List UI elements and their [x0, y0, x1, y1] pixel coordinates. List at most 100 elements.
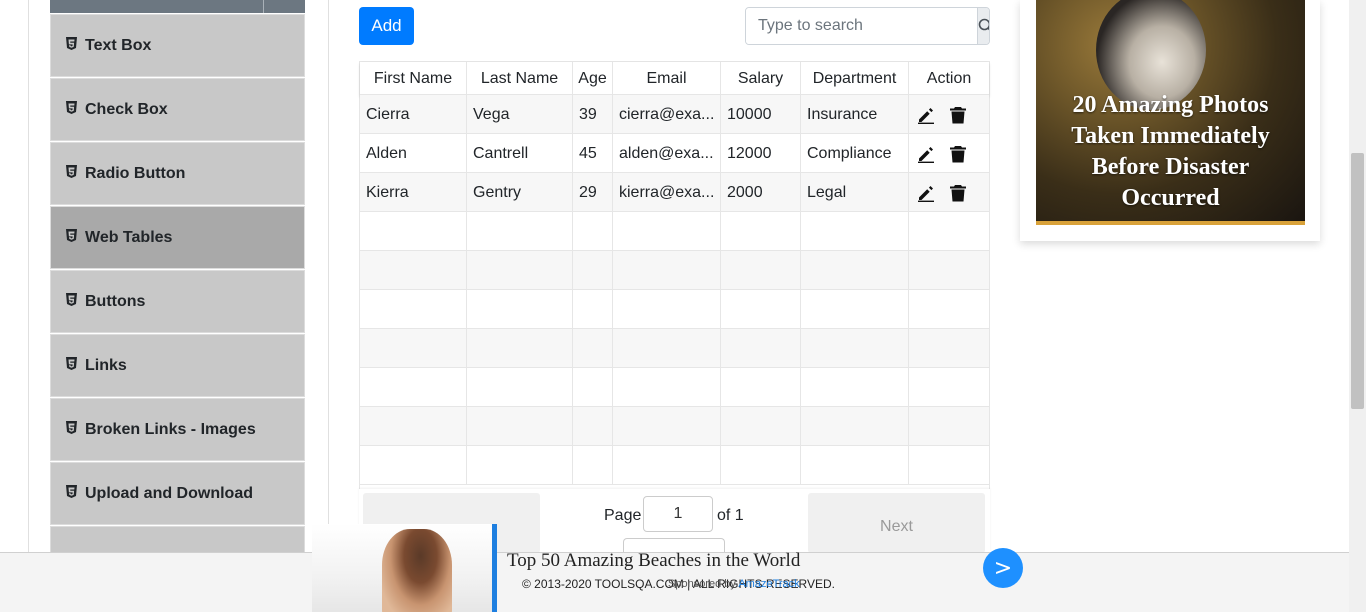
- next-button[interactable]: Next: [808, 493, 985, 553]
- table-row: Kierra Gentry 29 kierra@exa... 2000 Legal: [360, 173, 989, 212]
- html5-icon: [66, 292, 77, 311]
- column-header-first-name[interactable]: First Name: [360, 62, 467, 95]
- html5-icon: [66, 100, 77, 119]
- sidebar-item-radio-button[interactable]: Radio Button: [50, 142, 305, 205]
- column-header-age[interactable]: Age: [573, 62, 613, 95]
- empty-cell: [721, 446, 801, 485]
- empty-cell: [467, 329, 573, 368]
- cell-action: [909, 134, 989, 173]
- column-header-department[interactable]: Department: [801, 62, 909, 95]
- ad-next-button[interactable]: >: [983, 548, 1023, 588]
- sidebar-item-upload-and-download[interactable]: Upload and Download: [50, 462, 305, 525]
- cell-first: Kierra: [360, 173, 467, 212]
- empty-cell: [467, 290, 573, 329]
- cell-age: 29: [573, 173, 613, 212]
- delete-icon[interactable]: [949, 145, 967, 163]
- empty-cell: [801, 290, 909, 329]
- empty-cell: [721, 407, 801, 446]
- table-row: [360, 251, 989, 290]
- empty-cell: [909, 290, 989, 329]
- empty-cell: [360, 212, 467, 251]
- page-number-input[interactable]: [643, 496, 713, 532]
- table-header: First Name Last Name Age Email Salary Departm…: [360, 62, 989, 95]
- sidebar-item-check-box[interactable]: Check Box: [50, 78, 305, 141]
- ad-title: 20 Amazing Photos Taken Immediately Befo…: [1071, 92, 1270, 211]
- html5-icon: [66, 36, 77, 55]
- search-icon: [978, 18, 989, 31]
- empty-cell: [613, 407, 721, 446]
- empty-cell: [909, 212, 989, 251]
- empty-cell: [721, 251, 801, 290]
- search-button[interactable]: [977, 8, 989, 44]
- empty-cell: [721, 368, 801, 407]
- table-row: [360, 290, 989, 329]
- empty-cell: [801, 407, 909, 446]
- sidebar-item-label: Radio Button: [85, 164, 186, 182]
- table-row: Alden Cantrell 45 alden@exa... 12000 Complian…: [360, 134, 989, 173]
- edit-icon[interactable]: [917, 106, 935, 124]
- empty-cell: [573, 290, 613, 329]
- sidebar-item-buttons[interactable]: Buttons: [50, 270, 305, 333]
- empty-cell: [467, 212, 573, 251]
- cell-email: cierra@exa...: [613, 95, 721, 134]
- delete-icon[interactable]: [949, 184, 967, 202]
- empty-cell: [573, 212, 613, 251]
- empty-cell: [909, 368, 989, 407]
- edit-icon[interactable]: [917, 145, 935, 163]
- cell-first: Cierra: [360, 95, 467, 134]
- empty-cell: [360, 329, 467, 368]
- cell-department: Compliance: [801, 134, 909, 173]
- cell-age: 45: [573, 134, 613, 173]
- sponsored-brand[interactable]: AmazeTrack: [738, 578, 799, 590]
- empty-cell: [801, 368, 909, 407]
- html5-icon: [66, 164, 77, 183]
- column-header-action[interactable]: Action: [909, 62, 989, 95]
- delete-icon[interactable]: [949, 106, 967, 124]
- empty-cell: [613, 290, 721, 329]
- search-input[interactable]: [746, 8, 977, 44]
- empty-cell: [801, 329, 909, 368]
- scrollbar-thumb[interactable]: [1351, 153, 1364, 409]
- empty-cell: [909, 446, 989, 485]
- column-header-salary[interactable]: Salary: [721, 62, 801, 95]
- cell-email: alden@exa...: [613, 134, 721, 173]
- sidebar-item-label: Buttons: [85, 292, 146, 310]
- ad-photo-person: [382, 529, 452, 612]
- sidebar-item-label: Check Box: [85, 100, 168, 118]
- sidebar-item-web-tables[interactable]: Web Tables: [50, 206, 305, 269]
- empty-cell: [909, 407, 989, 446]
- empty-cell: [573, 251, 613, 290]
- bottom-ad-title[interactable]: Top 50 Amazing Beaches in the World: [507, 550, 800, 572]
- cell-action: [909, 173, 989, 212]
- cell-age: 39: [573, 95, 613, 134]
- empty-cell: [573, 446, 613, 485]
- empty-cell: [573, 407, 613, 446]
- empty-cell: [467, 407, 573, 446]
- table-row: [360, 368, 989, 407]
- table-row: [360, 446, 989, 485]
- table-row: [360, 407, 989, 446]
- sidebar-group-header[interactable]: [50, 0, 305, 13]
- empty-cell: [360, 290, 467, 329]
- empty-cell: [721, 212, 801, 251]
- divider: [263, 0, 264, 13]
- empty-cell: [467, 446, 573, 485]
- table-row: Cierra Vega 39 cierra@exa... 10000 Insurance: [360, 95, 989, 134]
- add-button[interactable]: Add: [359, 7, 414, 45]
- column-header-email[interactable]: Email: [613, 62, 721, 95]
- empty-cell: [613, 446, 721, 485]
- empty-cell: [360, 368, 467, 407]
- empty-cell: [360, 446, 467, 485]
- sidebar-item-text-box[interactable]: Text Box: [50, 14, 305, 77]
- sidebar-item-broken-links-images[interactable]: Broken Links - Images: [50, 398, 305, 461]
- bottom-ad-image[interactable]: [312, 524, 493, 612]
- empty-cell: [909, 329, 989, 368]
- total-pages-label: of 1: [717, 507, 744, 524]
- sidebar-item-links[interactable]: Links: [50, 334, 305, 397]
- cell-last: Cantrell: [467, 134, 573, 173]
- column-header-last-name[interactable]: Last Name: [467, 62, 573, 95]
- ad-banner-right[interactable]: 20 Amazing Photos Taken Immediately Befo…: [1020, 0, 1320, 241]
- empty-cell: [360, 251, 467, 290]
- edit-icon[interactable]: [917, 184, 935, 202]
- empty-cell: [613, 212, 721, 251]
